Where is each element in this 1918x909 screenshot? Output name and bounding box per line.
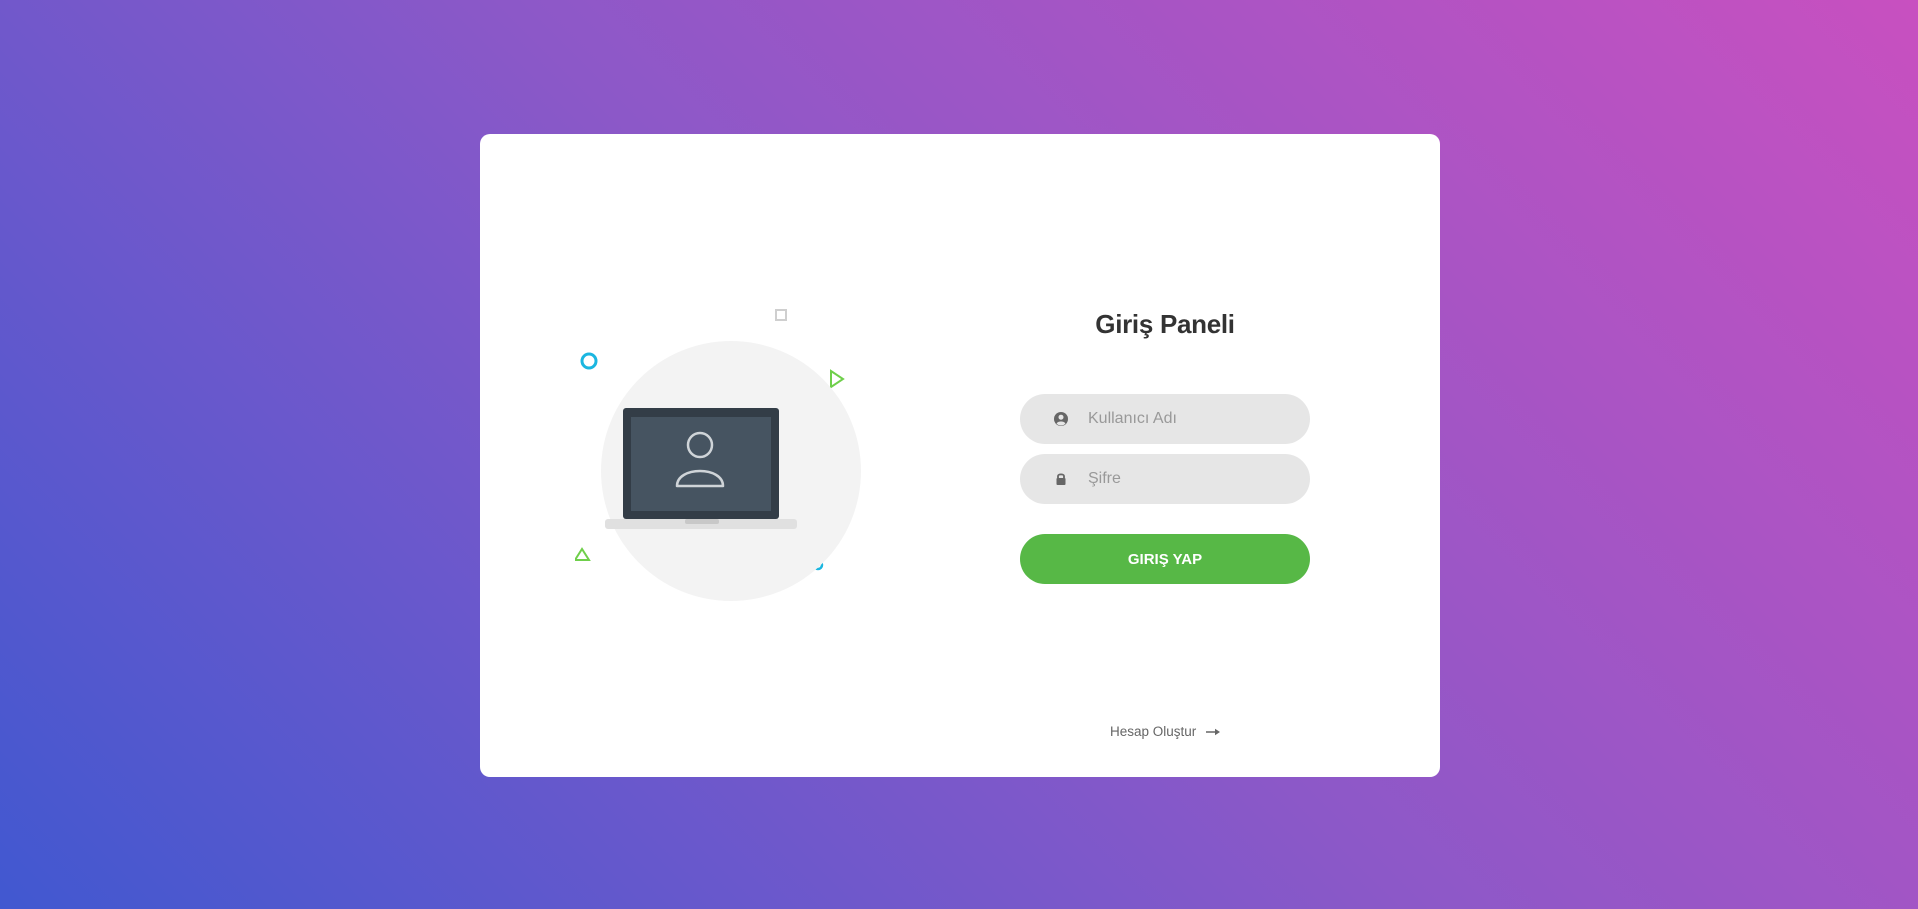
laptop-notch: [685, 519, 719, 524]
decor-triangle-icon: [575, 547, 591, 561]
decor-play-triangle-icon: [830, 369, 845, 389]
arrow-right-icon: [1206, 728, 1221, 736]
laptop-user-icon: [575, 309, 861, 601]
laptop-screen: [631, 417, 771, 511]
password-input[interactable]: [1088, 454, 1288, 504]
page-title: Giriş Paneli: [1095, 309, 1235, 339]
laptop-user-illustration: [575, 309, 905, 629]
username-field[interactable]: [1020, 394, 1310, 444]
login-button[interactable]: GIRIŞ YAP: [1020, 534, 1310, 584]
user-circle-icon: [1053, 411, 1069, 427]
lock-icon: [1053, 471, 1069, 487]
create-account-link[interactable]: Hesap Oluştur: [1020, 724, 1310, 739]
decor-circle-icon: [580, 352, 598, 370]
decor-square-icon: [775, 309, 787, 321]
password-field[interactable]: [1020, 454, 1310, 504]
username-input[interactable]: [1088, 394, 1288, 444]
login-card: Giriş Paneli GIRIŞ YAP Hesap: [480, 134, 1440, 777]
create-account-label: Hesap Oluştur: [1109, 724, 1197, 739]
